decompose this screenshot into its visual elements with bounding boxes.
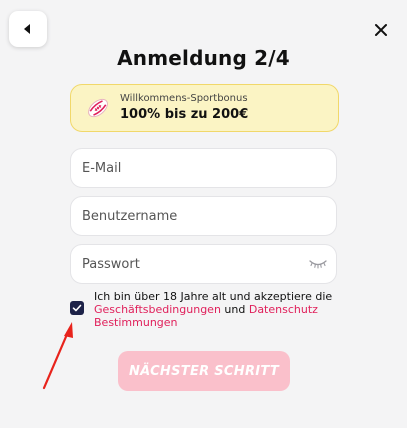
- username-input[interactable]: [70, 196, 337, 236]
- age-terms-checkbox[interactable]: [70, 301, 84, 315]
- bonus-value: 100% bis zu 200€: [120, 107, 249, 122]
- welcome-bonus-banner: Willkommens-Sportbonus 100% bis zu 200€: [70, 84, 339, 132]
- rugby-ball-icon: [88, 98, 108, 118]
- terms-text: Ich bin über 18 Jahre alt und akzeptiere…: [94, 290, 344, 329]
- terms-text-before: Ich bin über 18 Jahre alt und akzeptiere…: [94, 290, 333, 303]
- bonus-label: Willkommens-Sportbonus: [120, 93, 248, 104]
- next-step-button[interactable]: NÄCHSTER SCHRITT: [118, 351, 290, 391]
- terms-link[interactable]: Geschäftsbedingungen: [94, 303, 221, 316]
- checkmark-icon: [72, 304, 82, 312]
- caret-left-icon: [24, 24, 30, 34]
- email-input[interactable]: [70, 148, 337, 188]
- page-title: Anmeldung 2/4: [117, 46, 290, 70]
- terms-text-middle: und: [220, 303, 249, 316]
- eye-closed-icon[interactable]: [308, 258, 328, 270]
- close-icon[interactable]: [373, 22, 389, 38]
- annotation-arrow-icon: [42, 322, 73, 390]
- back-button[interactable]: [9, 11, 47, 47]
- password-input[interactable]: [70, 244, 337, 284]
